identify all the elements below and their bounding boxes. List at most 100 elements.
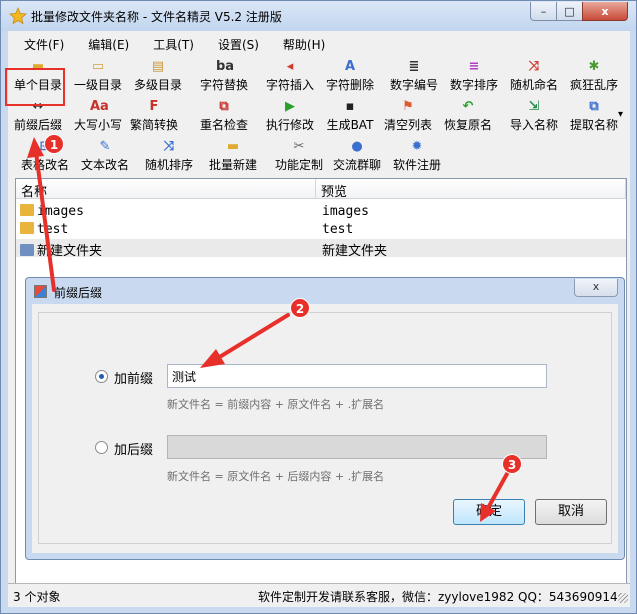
toolbar-button-label: 功能定制 [274, 158, 323, 172]
toolbar-button-label: 大写小写 [73, 118, 122, 132]
prefix-radio[interactable] [95, 370, 108, 383]
menu-tools[interactable]: 工具(T) [137, 34, 202, 54]
toolbar-button-label: 字符插入 [265, 78, 314, 92]
folder-icon [20, 244, 34, 256]
numbered-list-icon: ≣ [408, 59, 420, 74]
status-bar: 3 个对象 软件定制开发请联系客服，微信：zyylove1982 QQ：5436… [8, 583, 630, 605]
menu-help[interactable]: 帮助(H) [267, 34, 333, 54]
new-folder-icon: ▬ [226, 139, 240, 154]
toolbar-button-row2-1[interactable]: Aa 大写小写 [68, 99, 128, 133]
toolbar-button-row2-6[interactable]: ⚑ 清空列表 [378, 99, 438, 133]
options-group: 加前缀 新文件名 = 前缀内容 + 原文件名 + .扩展名 加后缀 新文件名 =… [38, 312, 612, 544]
folder-icon [20, 222, 34, 234]
check-copy-icon: ⧉ [219, 99, 229, 114]
toolbar-button-row2-9[interactable]: ⧉ 提取名称 [564, 99, 624, 133]
chat-icon: ● [351, 139, 363, 154]
toolbar-button-row1-1[interactable]: ▭ 一级目录 [68, 59, 128, 93]
table-row[interactable]: test test [16, 221, 626, 239]
prefix-input[interactable] [167, 364, 547, 388]
toolbar-button-row2-8[interactable]: ⇲ 导入名称 [504, 99, 564, 133]
toolbar-button-label: 重名检查 [199, 118, 248, 132]
folder-tree-icon: ▤ [151, 59, 165, 74]
toolbar-button-label: 生成BAT [326, 118, 374, 132]
suffix-input[interactable] [167, 435, 547, 459]
toolbar-button-row1-4[interactable]: ◂ 字符插入 [260, 59, 320, 93]
toolbar-button-row2-2[interactable]: F 繁简转换 [124, 99, 184, 133]
toolbar-button-row2-3[interactable]: ⧉ 重名检查 [194, 99, 254, 133]
toolbar-button-row1-5[interactable]: A 字符删除 [320, 59, 380, 93]
toolbar-button-row1-2[interactable]: ▤ 多级目录 [128, 59, 188, 93]
toolbar-button-row3-3[interactable]: ▬ 批量新建 [200, 139, 266, 173]
toolbar-button-label: 前缀后缀 [13, 118, 62, 132]
toolbar-button-row2-5[interactable]: ▪ 生成BAT [320, 99, 380, 133]
toolbar-button-row1-3[interactable]: ba 字符替换 [194, 59, 254, 93]
toolbar-button-label: 数字编号 [389, 78, 438, 92]
menu-settings[interactable]: 设置(S) [202, 34, 267, 54]
toolbar-button-label: 文本改名 [80, 158, 129, 172]
cancel-button[interactable]: 取消 [535, 499, 607, 525]
menu-edit[interactable]: 编辑(E) [72, 34, 137, 54]
prefix-hint: 新文件名 = 前缀内容 + 原文件名 + .扩展名 [167, 398, 385, 411]
window-title: 批量修改文件夹名称 - 文件名精灵 V5.2 注册版 [31, 10, 282, 24]
prefix-suffix-dialog: 前缀后缀 x 加前缀 新文件名 = 前缀内容 + 原文件名 + .扩展名 加后缀… [25, 277, 625, 560]
dialog-client-area: 加前缀 新文件名 = 前缀内容 + 原文件名 + .扩展名 加后缀 新文件名 =… [32, 304, 618, 553]
annotation-highlight-box [5, 68, 65, 106]
toolbar-button-row2-4[interactable]: ▶ 执行修改 [260, 99, 320, 133]
toolbar-button-row3-5[interactable]: ● 交流群聊 [324, 139, 390, 173]
toolbar-button-row1-7[interactable]: ≡ 数字排序 [444, 59, 504, 93]
toolbar-overflow-chevron-icon[interactable]: ▾ [618, 109, 623, 120]
column-header-preview[interactable]: 预览 [316, 179, 626, 200]
row-name: test [37, 222, 69, 237]
replace-ab-icon: ba [216, 59, 235, 74]
maximize-button[interactable]: □ [556, 2, 583, 21]
minimize-button[interactable]: – [530, 2, 557, 21]
random-sort-icon: ⤨ [163, 139, 175, 154]
extract-icon: ⧉ [589, 99, 599, 114]
row-preview: 新建文件夹 [322, 244, 388, 259]
toolbar-row-2: ↔ 前缀后缀 Aa 大写小写 F 繁简转换 ⧉ 重名检查 ▶ 执行修改 ▪ 生成BAT ⚑ 清空列表 ↶ 恢复… [8, 99, 628, 132]
menu-file[interactable]: 文件(F) [8, 34, 72, 54]
status-contact: 软件定制开发请联系客服，微信：zyylove1982 QQ：543690914 [258, 590, 618, 604]
undo-icon: ↶ [462, 99, 474, 114]
case-aa-icon: Aa [90, 99, 109, 114]
toolbar-button-row1-6[interactable]: ≣ 数字编号 [384, 59, 444, 93]
toolbar-button-row1-9[interactable]: ✱ 疯狂乱序 [564, 59, 624, 93]
table-row[interactable]: images images [16, 203, 626, 221]
toolbar-button-label: 清空列表 [383, 118, 432, 132]
row-name: 新建文件夹 [37, 244, 103, 259]
toolbar-button-label: 字符删除 [325, 78, 374, 92]
suffix-radio[interactable] [95, 441, 108, 454]
row-name: images [37, 204, 84, 219]
sort-lines-icon: ≡ [468, 59, 480, 74]
folder-open-icon: ▭ [91, 59, 105, 74]
toolbar-button-label: 一级目录 [73, 78, 122, 92]
column-header-name[interactable]: 名称 [16, 179, 316, 200]
toolbar-button-row1-8[interactable]: ⤨ 随机命名 [504, 59, 564, 93]
toolbar-button-row3-1[interactable]: ✎ 文本改名 [72, 139, 138, 173]
toolbar-button-row3-2[interactable]: ⤨ 随机排序 [136, 139, 202, 173]
dialog-close-button[interactable]: x [574, 279, 618, 297]
delete-a-icon: A [344, 59, 356, 74]
insert-icon: ◂ [286, 59, 294, 74]
text-edit-icon: ✎ [99, 139, 111, 154]
title-bar[interactable]: 批量修改文件夹名称 - 文件名精灵 V5.2 注册版 – □ x [1, 1, 636, 31]
resize-grip-icon[interactable] [618, 593, 628, 603]
dialog-title-bar[interactable]: 前缀后缀 x [26, 278, 624, 304]
ok-button[interactable]: 确定 [453, 499, 525, 525]
close-button[interactable]: x [582, 2, 628, 21]
toolbar-button-row3-6[interactable]: ✹ 软件注册 [384, 139, 450, 173]
gear-icon: ✹ [411, 139, 423, 154]
toolbar-button-label: 恢复原名 [443, 118, 492, 132]
toolbar-button-label: 随机排序 [144, 158, 193, 172]
toolbar-button-label: 批量新建 [208, 158, 257, 172]
tools-icon: ✂ [293, 139, 305, 154]
import-icon: ⇲ [528, 99, 540, 114]
toolbar-button-label: 疯狂乱序 [569, 78, 618, 92]
annotation-badge-2: 2 [290, 298, 310, 318]
table-row[interactable]: 新建文件夹 新建文件夹 [16, 239, 626, 259]
shuffle-icon: ⤨ [528, 59, 540, 74]
bug-icon: ✱ [588, 59, 600, 74]
toolbar-button-label: 软件注册 [392, 158, 441, 172]
toolbar-button-row2-7[interactable]: ↶ 恢复原名 [438, 99, 498, 133]
toolbar-button-row3-4[interactable]: ✂ 功能定制 [266, 139, 332, 173]
